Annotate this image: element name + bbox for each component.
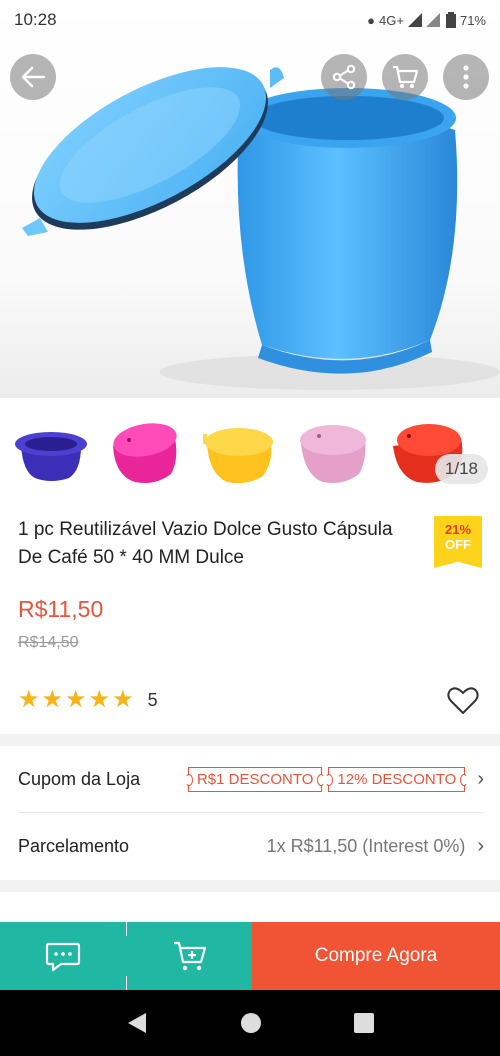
network-label: 4G+ <box>379 12 404 28</box>
discount-percent: 21% <box>444 522 472 537</box>
rating[interactable]: ★ ★ ★ ★ ★ 5 <box>18 688 158 712</box>
rating-count: 5 <box>147 689 158 710</box>
discount-off-label: OFF <box>445 537 471 552</box>
share-icon <box>332 64 356 90</box>
status-time: 10:28 <box>14 10 57 29</box>
star-icon: ★ <box>112 686 134 713</box>
add-to-cart-button[interactable] <box>127 922 252 990</box>
heart-icon <box>447 687 479 714</box>
row-divider <box>18 812 484 813</box>
coupon-1[interactable]: R$1 DESCONTO <box>184 766 326 792</box>
cart-button[interactable] <box>382 54 428 100</box>
chevron-right-icon: › <box>477 834 484 857</box>
product-main-image[interactable] <box>0 0 500 398</box>
thumbnail-blue[interactable] <box>8 412 94 492</box>
system-nav-bar <box>0 990 500 1056</box>
capsule-thumb-yellow <box>203 428 273 484</box>
original-price: R$14,50 <box>18 634 79 651</box>
thumbnail-pink[interactable] <box>102 412 188 492</box>
bottom-action-bar: Compre Agora <box>0 922 500 990</box>
star-icon: ★ <box>65 686 87 713</box>
share-button[interactable] <box>321 54 367 100</box>
favorite-button[interactable] <box>446 684 480 718</box>
coupon-2[interactable]: 12% DESCONTO <box>325 766 469 792</box>
chat-button[interactable] <box>0 922 126 990</box>
coupon-row-label: Cupom da Loja <box>18 768 141 789</box>
store-coupon-row[interactable]: Cupom da Loja R$1 DESCONTO 12% DESCONTO … <box>18 748 484 810</box>
star-icon: ★ <box>18 686 40 713</box>
back-button[interactable] <box>10 54 56 100</box>
thumbnail-strip <box>0 408 500 496</box>
cart-icon <box>393 65 419 88</box>
more-options-button[interactable] <box>443 54 489 100</box>
chevron-right-icon: › <box>477 767 484 790</box>
star-icon: ★ <box>41 686 64 713</box>
capsule-thumb-blue <box>15 432 87 481</box>
more-vertical-icon <box>463 65 469 89</box>
nav-recents-icon[interactable] <box>354 1013 374 1033</box>
signal-icon <box>407 13 440 27</box>
image-counter: 1/18 <box>434 454 488 484</box>
status-bar: 10:28 ● 4G+ 71% <box>0 0 500 40</box>
battery-icon <box>445 12 456 28</box>
status-icons: ● 4G+ 71% <box>367 12 486 28</box>
installment-label: Parcelamento <box>18 835 130 856</box>
installment-row[interactable]: Parcelamento 1x R$11,50 (Interest 0%) › <box>18 815 484 877</box>
dot-icon: ● <box>367 12 376 28</box>
capsule-thumb-pink <box>113 423 177 483</box>
thumbnail-lilac[interactable] <box>290 412 376 492</box>
product-title: 1 pc Reutilizável Vazio Dolce Gusto Cáps… <box>18 519 393 568</box>
chat-icon <box>45 942 81 972</box>
section-divider <box>0 734 500 746</box>
battery-label: 71% <box>459 12 486 28</box>
star-icon: ★ <box>88 686 111 713</box>
buy-now-button[interactable]: Compre Agora <box>252 922 500 990</box>
thumbnail-yellow[interactable] <box>196 412 282 492</box>
current-price: R$11,50 <box>18 596 104 622</box>
capsule-illustration <box>22 67 500 390</box>
discount-badge: 21% OFF <box>434 516 482 568</box>
nav-home-icon[interactable] <box>240 1012 262 1034</box>
capsule-thumb-lilac <box>300 425 366 483</box>
section-divider <box>0 880 500 892</box>
arrow-left-icon <box>21 66 46 88</box>
installment-value: 1x R$11,50 (Interest 0%) <box>266 835 466 856</box>
add-to-cart-icon <box>173 941 206 971</box>
nav-back-icon[interactable] <box>126 1011 148 1035</box>
